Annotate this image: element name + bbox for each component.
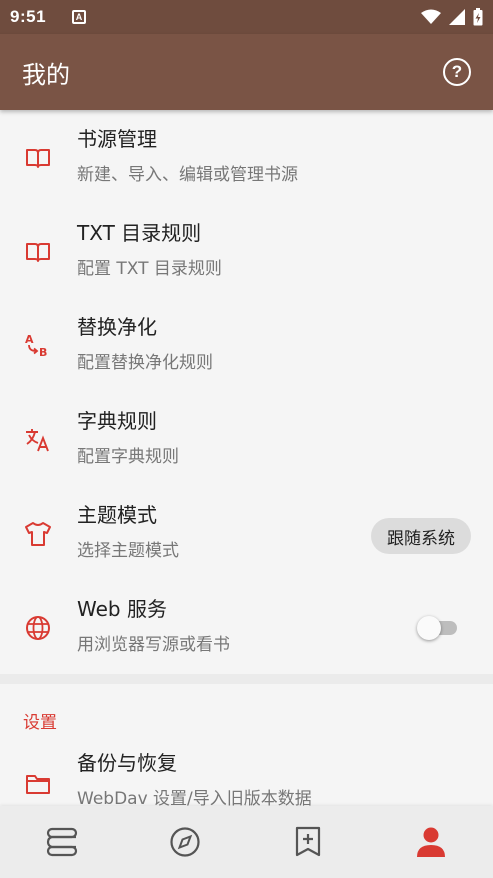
menu-item-texts: TXT 目录规则 配置 TXT 目录规则 bbox=[77, 220, 222, 280]
settings-section: 设置 备份与恢复 WebDav 设置/导入旧版本数据 bbox=[0, 684, 493, 806]
menu-item-backup-restore[interactable]: 备份与恢复 WebDav 设置/导入旧版本数据 bbox=[0, 746, 493, 806]
settings-header: 设置 bbox=[23, 713, 57, 733]
menu-item-texts: 书源管理 新建、导入、编辑或管理书源 bbox=[77, 126, 298, 186]
battery-icon bbox=[473, 8, 483, 26]
menu-item-book-source[interactable]: 书源管理 新建、导入、编辑或管理书源 bbox=[0, 110, 493, 204]
nav-my[interactable] bbox=[370, 806, 493, 878]
shirt-icon bbox=[24, 520, 52, 548]
web-service-toggle[interactable] bbox=[417, 616, 457, 640]
folder-icon bbox=[24, 770, 52, 798]
menu-item-subtitle: 配置替换净化规则 bbox=[77, 353, 213, 373]
app-bar: 我的 ? bbox=[0, 34, 493, 110]
bottom-navigation bbox=[0, 806, 493, 878]
svg-text:B: B bbox=[39, 346, 47, 359]
menu-item-texts: 字典规则 配置字典规则 bbox=[77, 408, 179, 468]
notification-icon: A bbox=[72, 10, 87, 24]
menu-item-texts: 替换净化 配置替换净化规则 bbox=[77, 314, 213, 374]
translate-icon bbox=[24, 426, 52, 454]
menu-item-texts: 主题模式 选择主题模式 bbox=[77, 502, 179, 562]
svg-text:A: A bbox=[25, 333, 34, 346]
menu-item-title: Web 服务 bbox=[77, 597, 167, 621]
menu-item-texts: Web 服务 用浏览器写源或看书 bbox=[77, 596, 230, 656]
menu-item-title: 主题模式 bbox=[77, 503, 157, 527]
toggle-thumb bbox=[417, 616, 441, 640]
status-time: 9:51 bbox=[10, 7, 47, 26]
menu-item-subtitle: 选择主题模式 bbox=[77, 541, 179, 561]
menu-item-replace-rules[interactable]: A B 替换净化 配置替换净化规则 bbox=[0, 298, 493, 392]
section-divider bbox=[0, 674, 493, 684]
person-icon bbox=[417, 827, 446, 857]
content-scroll[interactable]: 书源管理 新建、导入、编辑或管理书源 TXT 目录规则 配置 TXT 目录规则 … bbox=[0, 110, 493, 806]
nav-bookshelf[interactable] bbox=[0, 806, 123, 878]
menu-item-title: TXT 目录规则 bbox=[77, 221, 202, 245]
globe-icon bbox=[24, 614, 52, 642]
menu-item-title: 替换净化 bbox=[77, 315, 157, 339]
menu-section: 书源管理 新建、导入、编辑或管理书源 TXT 目录规则 配置 TXT 目录规则 … bbox=[0, 110, 493, 674]
menu-item-subtitle: 用浏览器写源或看书 bbox=[77, 635, 230, 655]
bookshelf-icon bbox=[46, 827, 77, 857]
book-open-icon bbox=[24, 144, 52, 172]
book-open-icon bbox=[24, 238, 52, 266]
menu-item-texts: 备份与恢复 WebDav 设置/导入旧版本数据 bbox=[77, 750, 312, 806]
compass-icon bbox=[170, 827, 200, 857]
menu-item-dict-rules[interactable]: 字典规则 配置字典规则 bbox=[0, 392, 493, 486]
menu-item-txt-toc-rules[interactable]: TXT 目录规则 配置 TXT 目录规则 bbox=[0, 204, 493, 298]
signal-icon bbox=[449, 9, 465, 25]
theme-mode-chip[interactable]: 跟随系统 bbox=[371, 518, 471, 554]
menu-item-subtitle: 配置字典规则 bbox=[77, 447, 179, 467]
page-title: 我的 bbox=[22, 60, 70, 89]
nav-rss[interactable] bbox=[247, 806, 370, 878]
status-right bbox=[421, 8, 483, 26]
help-icon[interactable]: ? bbox=[443, 58, 471, 86]
status-bar: 9:51 A bbox=[0, 0, 493, 34]
menu-item-title: 书源管理 bbox=[77, 127, 157, 151]
nav-discover[interactable] bbox=[123, 806, 246, 878]
menu-item-subtitle: 新建、导入、编辑或管理书源 bbox=[77, 165, 298, 185]
bookmark-add-icon bbox=[296, 826, 321, 857]
wifi-icon bbox=[421, 9, 441, 24]
menu-item-web-service[interactable]: Web 服务 用浏览器写源或看书 bbox=[0, 580, 493, 674]
menu-item-title: 备份与恢复 bbox=[77, 751, 177, 775]
replace-ab-icon: A B bbox=[24, 332, 52, 360]
menu-item-subtitle: WebDav 设置/导入旧版本数据 bbox=[77, 789, 312, 806]
menu-item-title: 字典规则 bbox=[77, 409, 157, 433]
menu-item-theme-mode[interactable]: 主题模式 选择主题模式 跟随系统 bbox=[0, 486, 493, 580]
menu-item-subtitle: 配置 TXT 目录规则 bbox=[77, 259, 222, 279]
